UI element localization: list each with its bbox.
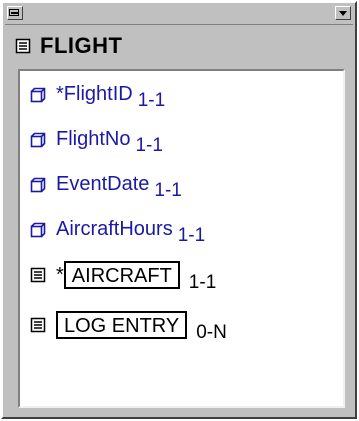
attribute-name: EventDate: [56, 173, 150, 195]
attribute-icon: [30, 132, 46, 147]
cardinality: 1-1: [137, 89, 166, 111]
system-menu-button[interactable]: [7, 6, 23, 20]
attribute-name: FlightNo: [56, 128, 131, 150]
list-item-flightid[interactable]: * FlightID 1-1: [30, 83, 165, 111]
list-item-flightno[interactable]: FlightNo 1-1: [30, 128, 163, 156]
attribute-name: AircraftHours: [56, 218, 173, 240]
attribute-name: FlightID: [63, 83, 133, 105]
attribute-icon: [30, 177, 46, 192]
cardinality: 1-1: [154, 179, 182, 201]
cardinality: 1-1: [135, 134, 163, 156]
relationship-name-box[interactable]: AIRCRAFT: [63, 261, 180, 289]
entity-header: FLIGHT: [15, 31, 122, 61]
relationship-prefix: *: [56, 263, 64, 286]
attribute-icon: [30, 87, 46, 102]
list-item-log-entry[interactable]: LOG ENTRY 0-N: [30, 311, 227, 343]
system-menu-icon: [9, 9, 19, 16]
cardinality: 0-N: [196, 322, 227, 343]
title-bar[interactable]: [5, 5, 353, 25]
entity-title: FLIGHT: [40, 33, 123, 58]
cardinality: 1-1: [188, 272, 217, 293]
list-item-aircrafthours[interactable]: AircraftHours 1-1: [30, 218, 205, 246]
list-item-aircraft[interactable]: * AIRCRAFT 1-1: [30, 261, 216, 293]
entity-ref-icon: [30, 267, 46, 283]
attribute-list[interactable]: * FlightID 1-1 FlightNo 1-1 EventDate 1-…: [18, 69, 345, 408]
cardinality: 1-1: [177, 224, 206, 246]
attribute-prefix: *: [56, 83, 64, 105]
entity-window: FLIGHT * FlightID 1-1 FlightNo 1-1 Event…: [1, 1, 357, 419]
relationship-name-box[interactable]: LOG ENTRY: [56, 311, 188, 339]
attribute-icon: [30, 222, 46, 237]
list-item-eventdate[interactable]: EventDate 1-1: [30, 173, 182, 201]
entity-ref-icon: [30, 317, 46, 333]
chevron-down-icon: [339, 11, 347, 16]
entity-icon: [15, 38, 31, 54]
dropdown-button[interactable]: [335, 6, 351, 20]
